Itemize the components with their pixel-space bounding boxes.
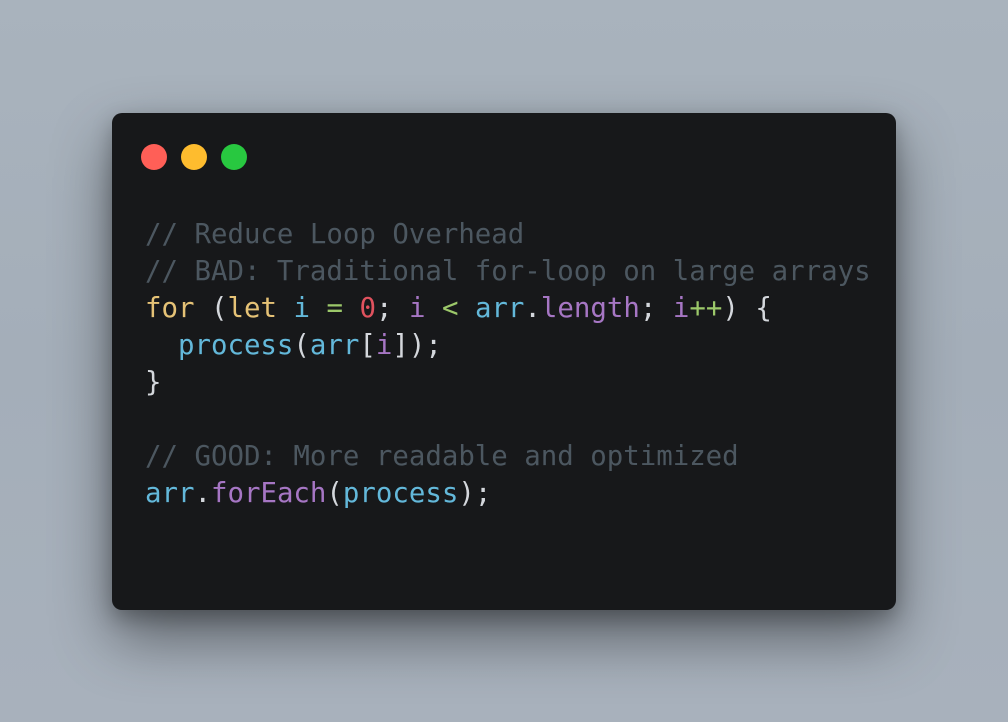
code-token-ident: arr	[145, 478, 195, 509]
code-token-comment: // BAD: Traditional for-loop on large ar…	[145, 256, 871, 287]
code-token-var: i	[672, 293, 690, 324]
code-token-punct	[458, 293, 475, 324]
code-token-punct	[310, 293, 327, 324]
code-window: // Reduce Loop Overhead // BAD: Tradition…	[112, 113, 896, 610]
code-token-comment: // GOOD: More readable and optimized	[145, 441, 739, 472]
code-line: // BAD: Traditional for-loop on large ar…	[145, 253, 871, 290]
code-token-punct	[343, 293, 360, 324]
code-token-op: <	[441, 293, 459, 324]
code-token-op: ++	[689, 293, 723, 324]
code-token-punct: [	[359, 330, 376, 361]
code-token-keyword: for	[145, 293, 195, 324]
code-token-punct: (	[194, 293, 228, 324]
code-line: // GOOD: More readable and optimized	[145, 438, 871, 475]
code-token-var: i	[408, 293, 426, 324]
code-token-ident: i	[293, 293, 310, 324]
code-token-punct: (	[293, 330, 310, 361]
code-token-ident: process	[177, 330, 294, 361]
code-line: // Reduce Loop Overhead	[145, 216, 871, 253]
code-token-punct	[145, 330, 178, 361]
code-token-ident: arr	[309, 330, 360, 361]
code-token-number: 0	[359, 293, 376, 324]
code-token-punct: ) {	[722, 293, 772, 324]
code-token-keyword: let	[227, 293, 277, 324]
code-token-punct: ;	[375, 293, 409, 324]
code-line: for (let i = 0; i < arr.length; i++) {	[145, 290, 871, 327]
code-token-var: forEach	[210, 478, 327, 509]
code-token-punct: (	[326, 478, 343, 509]
code-token-punct: .	[524, 293, 541, 324]
code-line: }	[145, 364, 871, 401]
code-token-ident: process	[342, 478, 459, 509]
code-token-ident: arr	[474, 293, 525, 324]
code-token-var: i	[375, 330, 393, 361]
code-token-punct: );	[458, 478, 492, 509]
code-line: arr.forEach(process);	[145, 475, 871, 512]
maximize-button[interactable]	[221, 144, 247, 170]
code-line: process(arr[i]);	[145, 327, 871, 364]
code-token-var: length	[540, 293, 640, 324]
minimize-button[interactable]	[181, 144, 207, 170]
code-token-punct: }	[145, 367, 162, 398]
code-token-punct: ;	[639, 293, 673, 324]
code-token-op: =	[326, 293, 343, 324]
code-block: // Reduce Loop Overhead // BAD: Tradition…	[145, 216, 871, 512]
code-token-punct: .	[194, 478, 211, 509]
close-button[interactable]	[141, 144, 167, 170]
code-token-punct: ]);	[392, 330, 442, 361]
code-token-comment: // Reduce Loop Overhead	[145, 219, 525, 250]
code-token-punct	[277, 293, 294, 324]
code-token-punct	[425, 293, 442, 324]
